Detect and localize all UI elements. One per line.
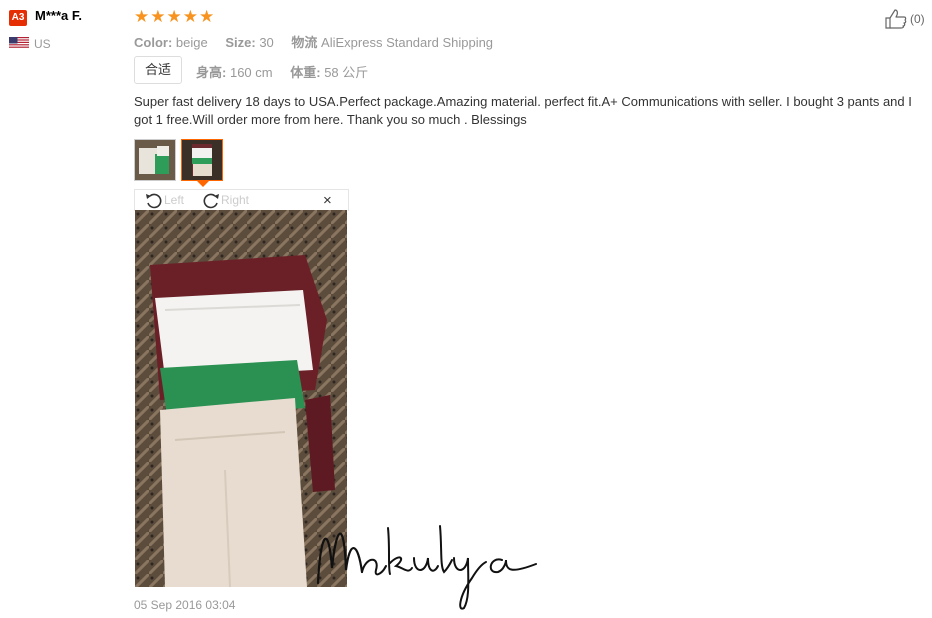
- star-icon: ★: [166, 7, 182, 26]
- weight-label: 体重:: [290, 65, 321, 80]
- size-label: Size:: [225, 35, 256, 50]
- thumbs-up-icon: [885, 9, 907, 29]
- color-value: beige: [175, 35, 208, 50]
- reviewer-level-badge: A3: [9, 10, 27, 26]
- shipping-value: AliExpress Standard Shipping: [321, 35, 494, 50]
- rotate-left-label: Left: [164, 193, 185, 207]
- review-photo-thumb-2[interactable]: [181, 139, 223, 181]
- reviewer-country: US: [34, 37, 51, 51]
- selected-thumb-indicator: [196, 180, 210, 187]
- helpful-count: (0): [910, 12, 925, 26]
- body-info: 身高: 160 cm 体重: 58 公斤: [196, 62, 382, 81]
- review-date: 05 Sep 2016 03:04: [134, 598, 236, 612]
- height-label: 身高:: [196, 65, 227, 80]
- star-icon: ★: [134, 7, 150, 26]
- star-icon: ★: [199, 7, 215, 26]
- rotate-left-button[interactable]: Left: [144, 191, 184, 209]
- size-value: 30: [259, 35, 274, 50]
- fit-tag: 合适: [134, 56, 183, 84]
- star-icon: ★: [182, 7, 198, 26]
- order-attributes: Color: beige Size: 30 物流 AliExpress Stan…: [134, 32, 507, 51]
- helpful-button[interactable]: (0): [884, 8, 925, 30]
- star-rating: ★ ★ ★ ★ ★: [134, 7, 214, 26]
- review-photo-thumb-1[interactable]: [134, 139, 176, 181]
- rotate-right-icon: [203, 193, 219, 209]
- rotate-left-icon: [146, 193, 162, 209]
- weight-value: 58 公斤: [324, 65, 369, 80]
- shipping-label: 物流: [291, 35, 318, 50]
- reviewer-name: M***a F.: [35, 8, 82, 23]
- us-flag-icon: [9, 36, 29, 48]
- rotate-right-label: Right: [221, 193, 250, 207]
- color-label: Color:: [134, 35, 173, 50]
- height-value: 160 cm: [229, 65, 273, 80]
- review-text: Super fast delivery 18 days to USA.Perfe…: [134, 94, 912, 127]
- rotate-right-button[interactable]: Right: [201, 191, 249, 209]
- star-icon: ★: [150, 7, 166, 26]
- watermark-signature: [310, 508, 550, 618]
- close-viewer-button[interactable]: ×: [323, 193, 332, 208]
